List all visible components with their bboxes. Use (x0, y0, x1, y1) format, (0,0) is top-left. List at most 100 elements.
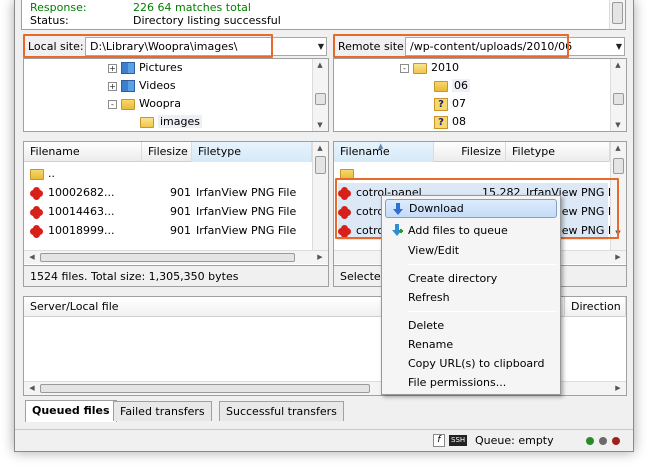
chevron-down-icon[interactable]: ▼ (616, 38, 622, 55)
local-list-scrollbar[interactable]: ▲ (312, 142, 328, 250)
collapse-icon[interactable]: - (108, 99, 117, 109)
scroll-right-icon[interactable]: ▶ (612, 383, 624, 393)
local-tree-scrollbar[interactable]: ▲ ▼ (312, 59, 328, 131)
scroll-right-icon[interactable]: ▶ (612, 252, 624, 262)
file-row-partial (30, 240, 310, 248)
tree-item-label: Videos (139, 79, 176, 92)
folder-icon (413, 62, 427, 74)
videos-folder-icon (121, 80, 135, 92)
scrollbar-thumb[interactable] (612, 2, 623, 24)
menu-item-add-files-to-queue[interactable]: Add files to queue (385, 221, 557, 240)
file-row[interactable]: 10002682... 901 IrfanView PNG File (30, 183, 310, 202)
scroll-up-icon[interactable]: ▲ (612, 60, 624, 70)
context-menu: Download Add files to queue View/Edit Cr… (381, 195, 561, 395)
queue-tabs: Queued files Failed transfers Successful… (25, 400, 425, 423)
scroll-left-icon[interactable]: ◀ (26, 252, 38, 262)
scroll-right-icon[interactable]: ▶ (314, 252, 326, 262)
folder-open-icon (140, 116, 154, 128)
column-filetype[interactable]: Filetype (192, 142, 312, 162)
remote-list-scrollbar[interactable]: ▲ ▼ (610, 142, 626, 250)
download-icon (393, 203, 403, 215)
tree-item-label: 07 (452, 97, 466, 110)
column-filetype[interactable]: Filetype (506, 142, 610, 162)
scroll-down-icon[interactable]: ▼ (314, 120, 326, 130)
tree-item-label: images (158, 115, 202, 128)
menu-item-file-permissions[interactable]: File permissions... (385, 373, 557, 392)
file-row[interactable]: .. (30, 164, 310, 183)
file-type: IrfanView PNG File (196, 224, 297, 237)
expand-icon[interactable]: + (108, 81, 117, 91)
tab-failed-transfers[interactable]: Failed transfers (113, 401, 212, 421)
local-status: 1524 files. Total size: 1,305,350 bytes (24, 265, 328, 286)
file-size: 901 (170, 186, 191, 199)
scrollbar-thumb[interactable] (613, 158, 624, 174)
tree-item-videos[interactable]: + Videos (108, 77, 176, 95)
menu-item-download[interactable]: Download (385, 199, 557, 218)
remote-path-combo[interactable]: /wp-content/uploads/2010/06 ▼ (405, 37, 625, 56)
scroll-down-icon[interactable]: ▼ (612, 120, 624, 130)
tree-item-woopra[interactable]: - Woopra (108, 95, 181, 113)
tree-item-pictures[interactable]: + Pictures (108, 59, 183, 77)
local-file-list: Filename Filesize Filetype .. 10002682..… (23, 141, 329, 287)
tree-item-06[interactable]: 06 (434, 77, 470, 95)
file-row[interactable]: 10014463... 901 IrfanView PNG File (30, 202, 310, 221)
scrollbar-thumb[interactable] (315, 93, 326, 105)
scroll-up-icon[interactable]: ▲ (314, 60, 326, 70)
scrollbar-thumb[interactable] (315, 156, 326, 174)
local-list-hscrollbar[interactable]: ◀ ▶ (24, 250, 328, 264)
menu-item-delete[interactable]: Delete (385, 316, 557, 335)
menu-item-rename[interactable]: Rename (385, 335, 557, 354)
column-filesize[interactable]: Filesize (142, 142, 192, 162)
tree-item-label: Pictures (139, 61, 183, 74)
chevron-down-icon[interactable]: ▼ (318, 38, 324, 55)
file-size: 901 (170, 224, 191, 237)
add-to-queue-icon (392, 224, 403, 236)
sort-ascending-icon: ▲ (378, 142, 384, 150)
png-file-icon (30, 225, 43, 238)
scroll-up-icon[interactable]: ▲ (612, 143, 624, 153)
encryption-icon: f (433, 434, 445, 447)
remote-site-label: Remote site: (338, 40, 408, 53)
menu-item-label: Add files to queue (408, 224, 508, 237)
tree-item-08[interactable]: ? 08 (434, 113, 466, 131)
scrollbar-thumb[interactable] (40, 253, 295, 262)
column-filename[interactable]: Filename ▲ (334, 142, 434, 162)
file-name: cotro (356, 205, 385, 218)
tree-item-images[interactable]: images (140, 113, 202, 131)
png-file-icon (338, 187, 351, 200)
png-file-icon (338, 225, 351, 238)
folder-icon (434, 80, 448, 92)
collapse-icon[interactable]: - (400, 63, 409, 73)
scroll-up-icon[interactable]: ▲ (314, 143, 326, 153)
png-file-icon (30, 187, 43, 200)
column-server-local-file[interactable]: Server/Local file (24, 297, 384, 317)
unknown-folder-icon: ? (434, 97, 448, 111)
tree-item-2010[interactable]: - 2010 (400, 59, 459, 77)
tab-queued-files[interactable]: Queued files (25, 400, 117, 422)
expand-icon[interactable]: + (108, 63, 117, 73)
log-scrollbar[interactable] (609, 0, 625, 29)
parent-folder-icon (340, 168, 354, 180)
file-type: IrfanView PNG File (196, 205, 297, 218)
scroll-left-icon[interactable]: ◀ (26, 383, 38, 393)
scroll-down-icon[interactable]: ▼ (612, 228, 624, 238)
local-site-bar: Local site: D:\Library\Woopra\images\ ▼ (23, 35, 329, 57)
menu-item-copy-urls[interactable]: Copy URL(s) to clipboard (385, 354, 557, 373)
local-path-combo[interactable]: D:\Library\Woopra\images\ ▼ (85, 37, 327, 56)
column-filesize[interactable]: Filesize (434, 142, 506, 162)
local-tree: + Pictures + Videos - Woopra images ▲ ▼ (23, 58, 329, 132)
menu-item-create-directory[interactable]: Create directory (385, 269, 557, 288)
file-row[interactable] (340, 164, 600, 183)
tab-successful-transfers[interactable]: Successful transfers (219, 401, 344, 421)
column-direction[interactable]: Direction (564, 297, 626, 317)
column-filename[interactable]: Filename (24, 142, 142, 162)
file-row[interactable]: 10018999... 901 IrfanView PNG File (30, 221, 310, 240)
remote-tree-scrollbar[interactable]: ▲ ▼ (610, 59, 626, 131)
menu-item-view-edit[interactable]: View/Edit (385, 241, 557, 260)
tree-item-07[interactable]: ? 07 (434, 95, 466, 113)
scrollbar-thumb[interactable] (40, 384, 370, 393)
menu-separator (408, 311, 557, 312)
menu-item-refresh[interactable]: Refresh (385, 288, 557, 307)
scrollbar-thumb[interactable] (613, 93, 624, 105)
file-name: 10002682... (48, 186, 115, 199)
